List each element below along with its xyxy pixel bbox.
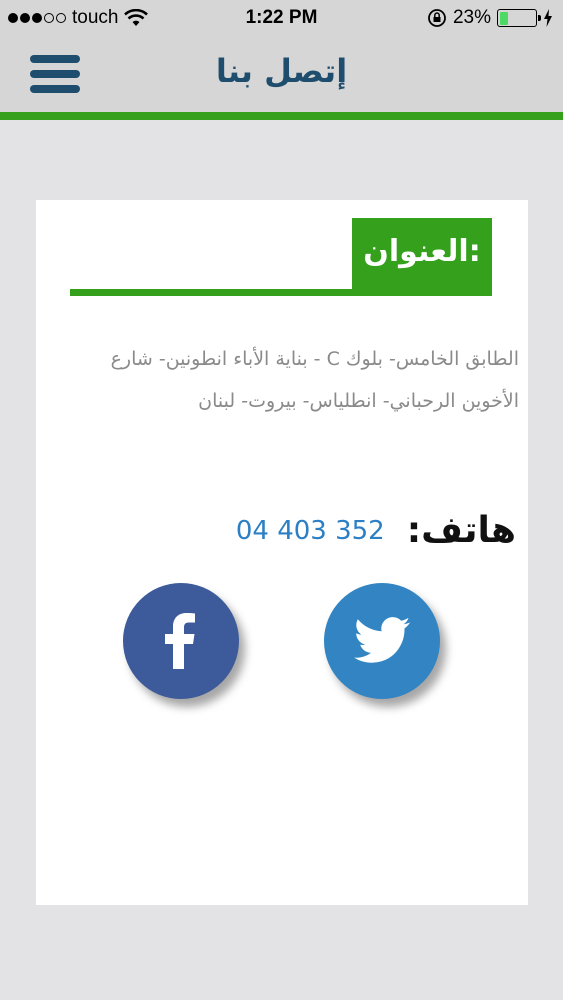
twitter-button[interactable] [324,583,440,699]
address-line-1: الطابق الخامس- بلوك C - بناية الأباء انط… [110,348,519,370]
address-heading: العنوان: [352,218,492,296]
status-bar: touch 1:22 PM 23% [0,0,563,38]
facebook-icon [165,613,195,669]
charging-bolt-icon [544,9,552,27]
address-text: الطابق الخامس- بلوك C - بناية الأباء انط… [46,338,519,422]
nav-bar: إتصل بنا [0,38,563,112]
contact-card: العنوان: الطابق الخامس- بلوك C - بناية ا… [36,200,528,905]
twitter-icon [354,617,411,663]
nav-accent-divider [0,112,563,120]
rotation-lock-icon [428,9,446,27]
battery-icon [497,9,541,27]
facebook-button[interactable] [123,583,239,699]
phone-number-link[interactable]: 04 403 352 [236,516,385,546]
phone-label: هاتف: [406,510,516,551]
phone-row: 04 403 352 هاتف: [236,510,516,551]
battery-area: 23% [427,7,553,29]
address-line-2: الأخوين الرحباني- انطلياس- بيروت- لبنان [198,390,519,412]
page-title: إتصل بنا [215,52,348,90]
battery-percent: 23% [452,7,491,28]
